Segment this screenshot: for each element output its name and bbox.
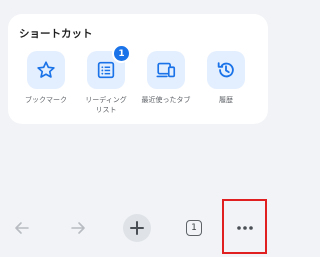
highlight-box	[222, 199, 267, 254]
forward-arrow-icon	[71, 222, 85, 234]
shortcut-tile[interactable]	[147, 51, 185, 89]
new-tab-button[interactable]	[117, 208, 157, 248]
shortcut-reading-list[interactable]: 1 リーディング リスト	[76, 44, 136, 115]
devices-icon	[156, 62, 176, 78]
shortcut-label: 最近使ったタブ	[141, 96, 191, 104]
shortcut-tile[interactable]: 1	[87, 44, 131, 89]
tab-switcher-button[interactable]: 1	[174, 208, 214, 248]
back-button[interactable]	[2, 208, 42, 248]
shortcut-label: ブックマーク	[25, 96, 67, 104]
shortcut-recent-tabs[interactable]: 最近使ったタブ	[136, 51, 196, 105]
shortcuts-title: ショートカット	[19, 28, 93, 40]
history-icon	[217, 62, 234, 78]
new-tab-button-background[interactable]	[123, 214, 151, 242]
shortcut-bookmarks[interactable]: ブックマーク	[16, 51, 76, 105]
unread-count-badge: 1	[112, 44, 131, 63]
star-icon	[37, 61, 55, 78]
forward-button[interactable]	[58, 208, 98, 248]
back-arrow-icon	[15, 222, 29, 234]
shortcut-tile[interactable]	[27, 51, 65, 89]
shortcut-label: 履歴	[219, 96, 233, 104]
shortcuts-panel: ショートカット ブックマーク 1 リーディング リスト 最近使ったタブ 履歴	[8, 14, 268, 124]
shortcut-history[interactable]: 履歴	[196, 51, 256, 105]
plus-icon	[130, 221, 144, 235]
tab-count: 1	[186, 220, 202, 236]
shortcut-label: リーディング リスト	[85, 96, 127, 114]
shortcut-tile[interactable]	[207, 51, 245, 89]
reading-list-icon	[97, 61, 115, 79]
